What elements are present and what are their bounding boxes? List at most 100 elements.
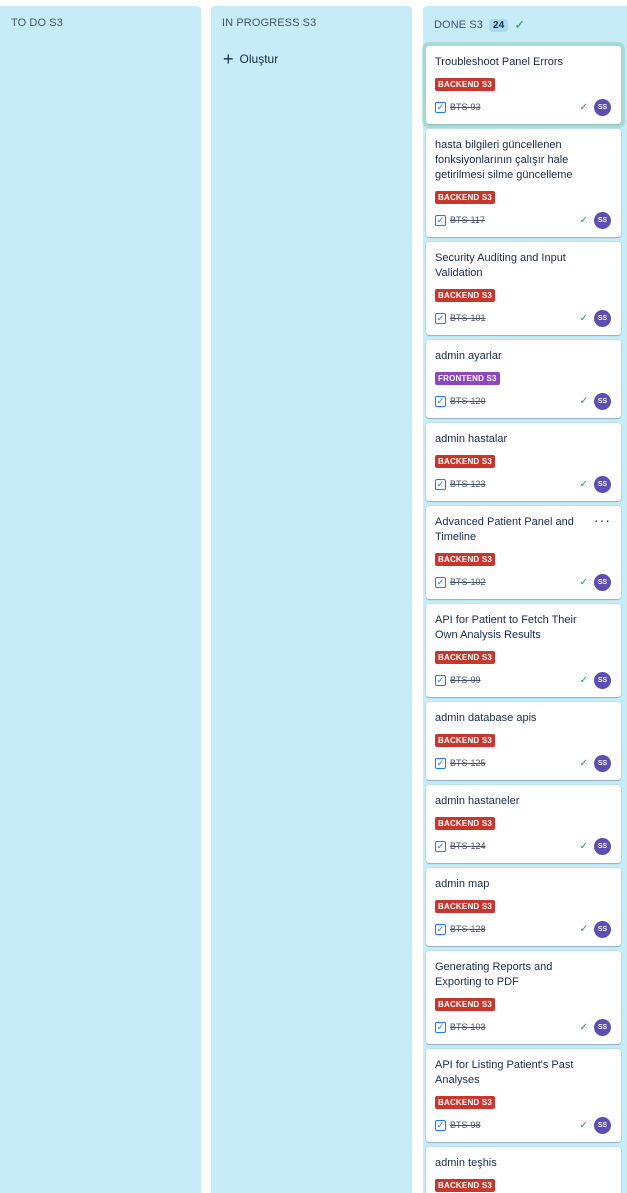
check-icon: ✓ (579, 478, 588, 490)
create-label: Oluştur (239, 52, 279, 66)
check-icon: ✓ (579, 923, 588, 935)
issue-key[interactable]: BTS-125 (450, 758, 486, 768)
checkbox-icon: ✓ (435, 840, 446, 852)
card-footer: ✓ BTS-117 ✓ SS (435, 211, 611, 229)
checkbox-icon: ✓ (435, 923, 446, 935)
checkbox-icon: ✓ (435, 1021, 446, 1033)
issue-key[interactable]: BTS-124 (450, 841, 486, 851)
column-header-todo[interactable]: TO DO S3 (11, 17, 63, 29)
issue-key[interactable]: BTS-120 (450, 396, 486, 406)
avatar[interactable]: SS (594, 754, 611, 772)
issue-card[interactable]: API for Patient to Fetch Their Own Analy… (426, 604, 621, 697)
column-done: DONE S3 24 ✓ Troubleshoot Panel Errors BA… (423, 6, 627, 1193)
card-footer: ✓ BTS-124 ✓ SS (435, 837, 611, 855)
column-in-progress: IN PROGRESS S3 + Oluştur (211, 6, 412, 1193)
check-icon: ✓ (579, 576, 588, 588)
card-title: API for Patient to Fetch Their Own Analy… (435, 614, 577, 641)
avatar[interactable]: SS (594, 1116, 611, 1134)
issue-key[interactable]: BTS-123 (450, 479, 486, 489)
card-title: Generating Reports and Exporting to PDF (435, 961, 553, 988)
create-issue-button[interactable]: + Oluştur (223, 49, 279, 69)
avatar[interactable]: SS (594, 1018, 611, 1036)
check-icon: ✓ (579, 312, 588, 324)
card-footer: ✓ BTS-102 ✓ SS (435, 573, 611, 591)
column-title: IN PROGRESS S3 (222, 17, 317, 29)
epic-label: BACKEND S3 (435, 817, 496, 830)
check-icon: ✓ (579, 1119, 588, 1131)
issue-card[interactable]: admin database apis BACKEND S3 ✓ BTS-125 ✓ SS (426, 702, 621, 780)
epic-label: BACKEND S3 (435, 78, 496, 91)
checkbox-icon: ✓ (435, 674, 446, 686)
avatar[interactable]: SS (594, 309, 611, 327)
issue-card[interactable]: Troubleshoot Panel Errors BACKEND S3 ✓ BTS-… (426, 46, 621, 124)
issue-card[interactable]: hasta bilgileri güncellenen fonksiyonlar… (426, 129, 621, 237)
epic-label: BACKEND S3 (435, 455, 496, 468)
check-icon: ✓ (579, 1021, 588, 1033)
check-icon: ✓ (514, 17, 526, 32)
checkbox-icon: ✓ (435, 214, 446, 226)
column-title: DONE S3 (434, 19, 483, 31)
plus-icon: + (223, 49, 234, 69)
issue-key[interactable]: BTS-98 (450, 1120, 481, 1130)
check-icon: ✓ (579, 757, 588, 769)
issue-card[interactable]: admin hastalar BACKEND S3 ✓ BTS-123 ✓ SS (426, 423, 621, 501)
check-icon: ✓ (579, 395, 588, 407)
avatar[interactable]: SS (594, 920, 611, 938)
issue-key[interactable]: BTS-93 (450, 102, 481, 112)
epic-label: BACKEND S3 (435, 651, 496, 664)
issue-card[interactable]: admin hastaneler BACKEND S3 ✓ BTS-124 ✓ SS (426, 785, 621, 863)
checkbox-icon: ✓ (435, 101, 446, 113)
avatar[interactable]: SS (594, 671, 611, 689)
card-title: Troubleshoot Panel Errors (435, 56, 563, 68)
epic-label: BACKEND S3 (435, 553, 496, 566)
checkbox-icon: ✓ (435, 576, 446, 588)
issue-key[interactable]: BTS-102 (450, 577, 486, 587)
check-icon: ✓ (579, 214, 588, 226)
issue-card[interactable]: Security Auditing and Input Validation BA… (426, 242, 621, 335)
issue-card[interactable]: Generating Reports and Exporting to PDF B… (426, 951, 621, 1044)
card-title: admin map (435, 878, 490, 890)
epic-label: BACKEND S3 (435, 191, 496, 204)
issue-card[interactable]: Advanced Patient Panel and Timeline ··· BA… (426, 506, 621, 599)
avatar[interactable]: SS (594, 837, 611, 855)
epic-label: BACKEND S3 (435, 734, 496, 747)
issue-key[interactable]: BTS-117 (450, 215, 485, 225)
card-title: admin hastaneler (435, 795, 520, 807)
issue-key[interactable]: BTS-128 (450, 924, 486, 934)
epic-label: BACKEND S3 (435, 900, 496, 913)
epic-label: BACKEND S3 (435, 998, 496, 1011)
issue-key[interactable]: BTS-101 (450, 313, 486, 323)
avatar[interactable]: SS (594, 211, 611, 229)
card-footer: ✓ BTS-103 ✓ SS (435, 1018, 611, 1036)
card-footer: ✓ BTS-123 ✓ SS (435, 475, 611, 493)
issue-card[interactable]: admin ayarlar FRONTEND S3 ✓ BTS-120 ✓ SS (426, 340, 621, 418)
issue-card[interactable]: admin teşhis BACKEND S3 (426, 1147, 621, 1193)
card-title: Security Auditing and Input Validation (435, 252, 566, 279)
card-title: API for Listing Patient's Past Analyses (435, 1059, 574, 1086)
checkbox-icon: ✓ (435, 312, 446, 324)
avatar[interactable]: SS (594, 573, 611, 591)
more-icon[interactable]: ··· (594, 513, 611, 527)
issue-card[interactable]: API for Listing Patient's Past Analyses B… (426, 1049, 621, 1142)
issue-key[interactable]: BTS-99 (450, 675, 481, 685)
avatar[interactable]: SS (594, 392, 611, 410)
issue-count-badge: 24 (489, 18, 509, 32)
avatar[interactable]: SS (594, 475, 611, 493)
epic-label: FRONTEND S3 (435, 372, 500, 385)
check-icon: ✓ (579, 101, 588, 113)
card-list: Troubleshoot Panel Errors BACKEND S3 ✓ BTS-… (426, 46, 624, 1193)
checkbox-icon: ✓ (435, 1119, 446, 1131)
card-footer: ✓ BTS-101 ✓ SS (435, 309, 611, 327)
epic-label: BACKEND S3 (435, 289, 496, 302)
card-title: Advanced Patient Panel and Timeline (435, 516, 574, 543)
check-icon: ✓ (579, 840, 588, 852)
card-footer: ✓ BTS-125 ✓ SS (435, 754, 611, 772)
column-header-done[interactable]: DONE S3 24 ✓ (434, 17, 525, 33)
issue-key[interactable]: BTS-103 (450, 1022, 486, 1032)
avatar[interactable]: SS (594, 98, 611, 116)
column-header-in-progress[interactable]: IN PROGRESS S3 (222, 17, 316, 29)
card-footer: ✓ BTS-98 ✓ SS (435, 1116, 611, 1134)
kanban-board: TO DO S3 IN PROGRESS S3 + Oluştur DONE S… (0, 0, 627, 1193)
issue-card[interactable]: admin map BACKEND S3 ✓ BTS-128 ✓ SS (426, 868, 621, 946)
card-footer: ✓ BTS-99 ✓ SS (435, 671, 611, 689)
